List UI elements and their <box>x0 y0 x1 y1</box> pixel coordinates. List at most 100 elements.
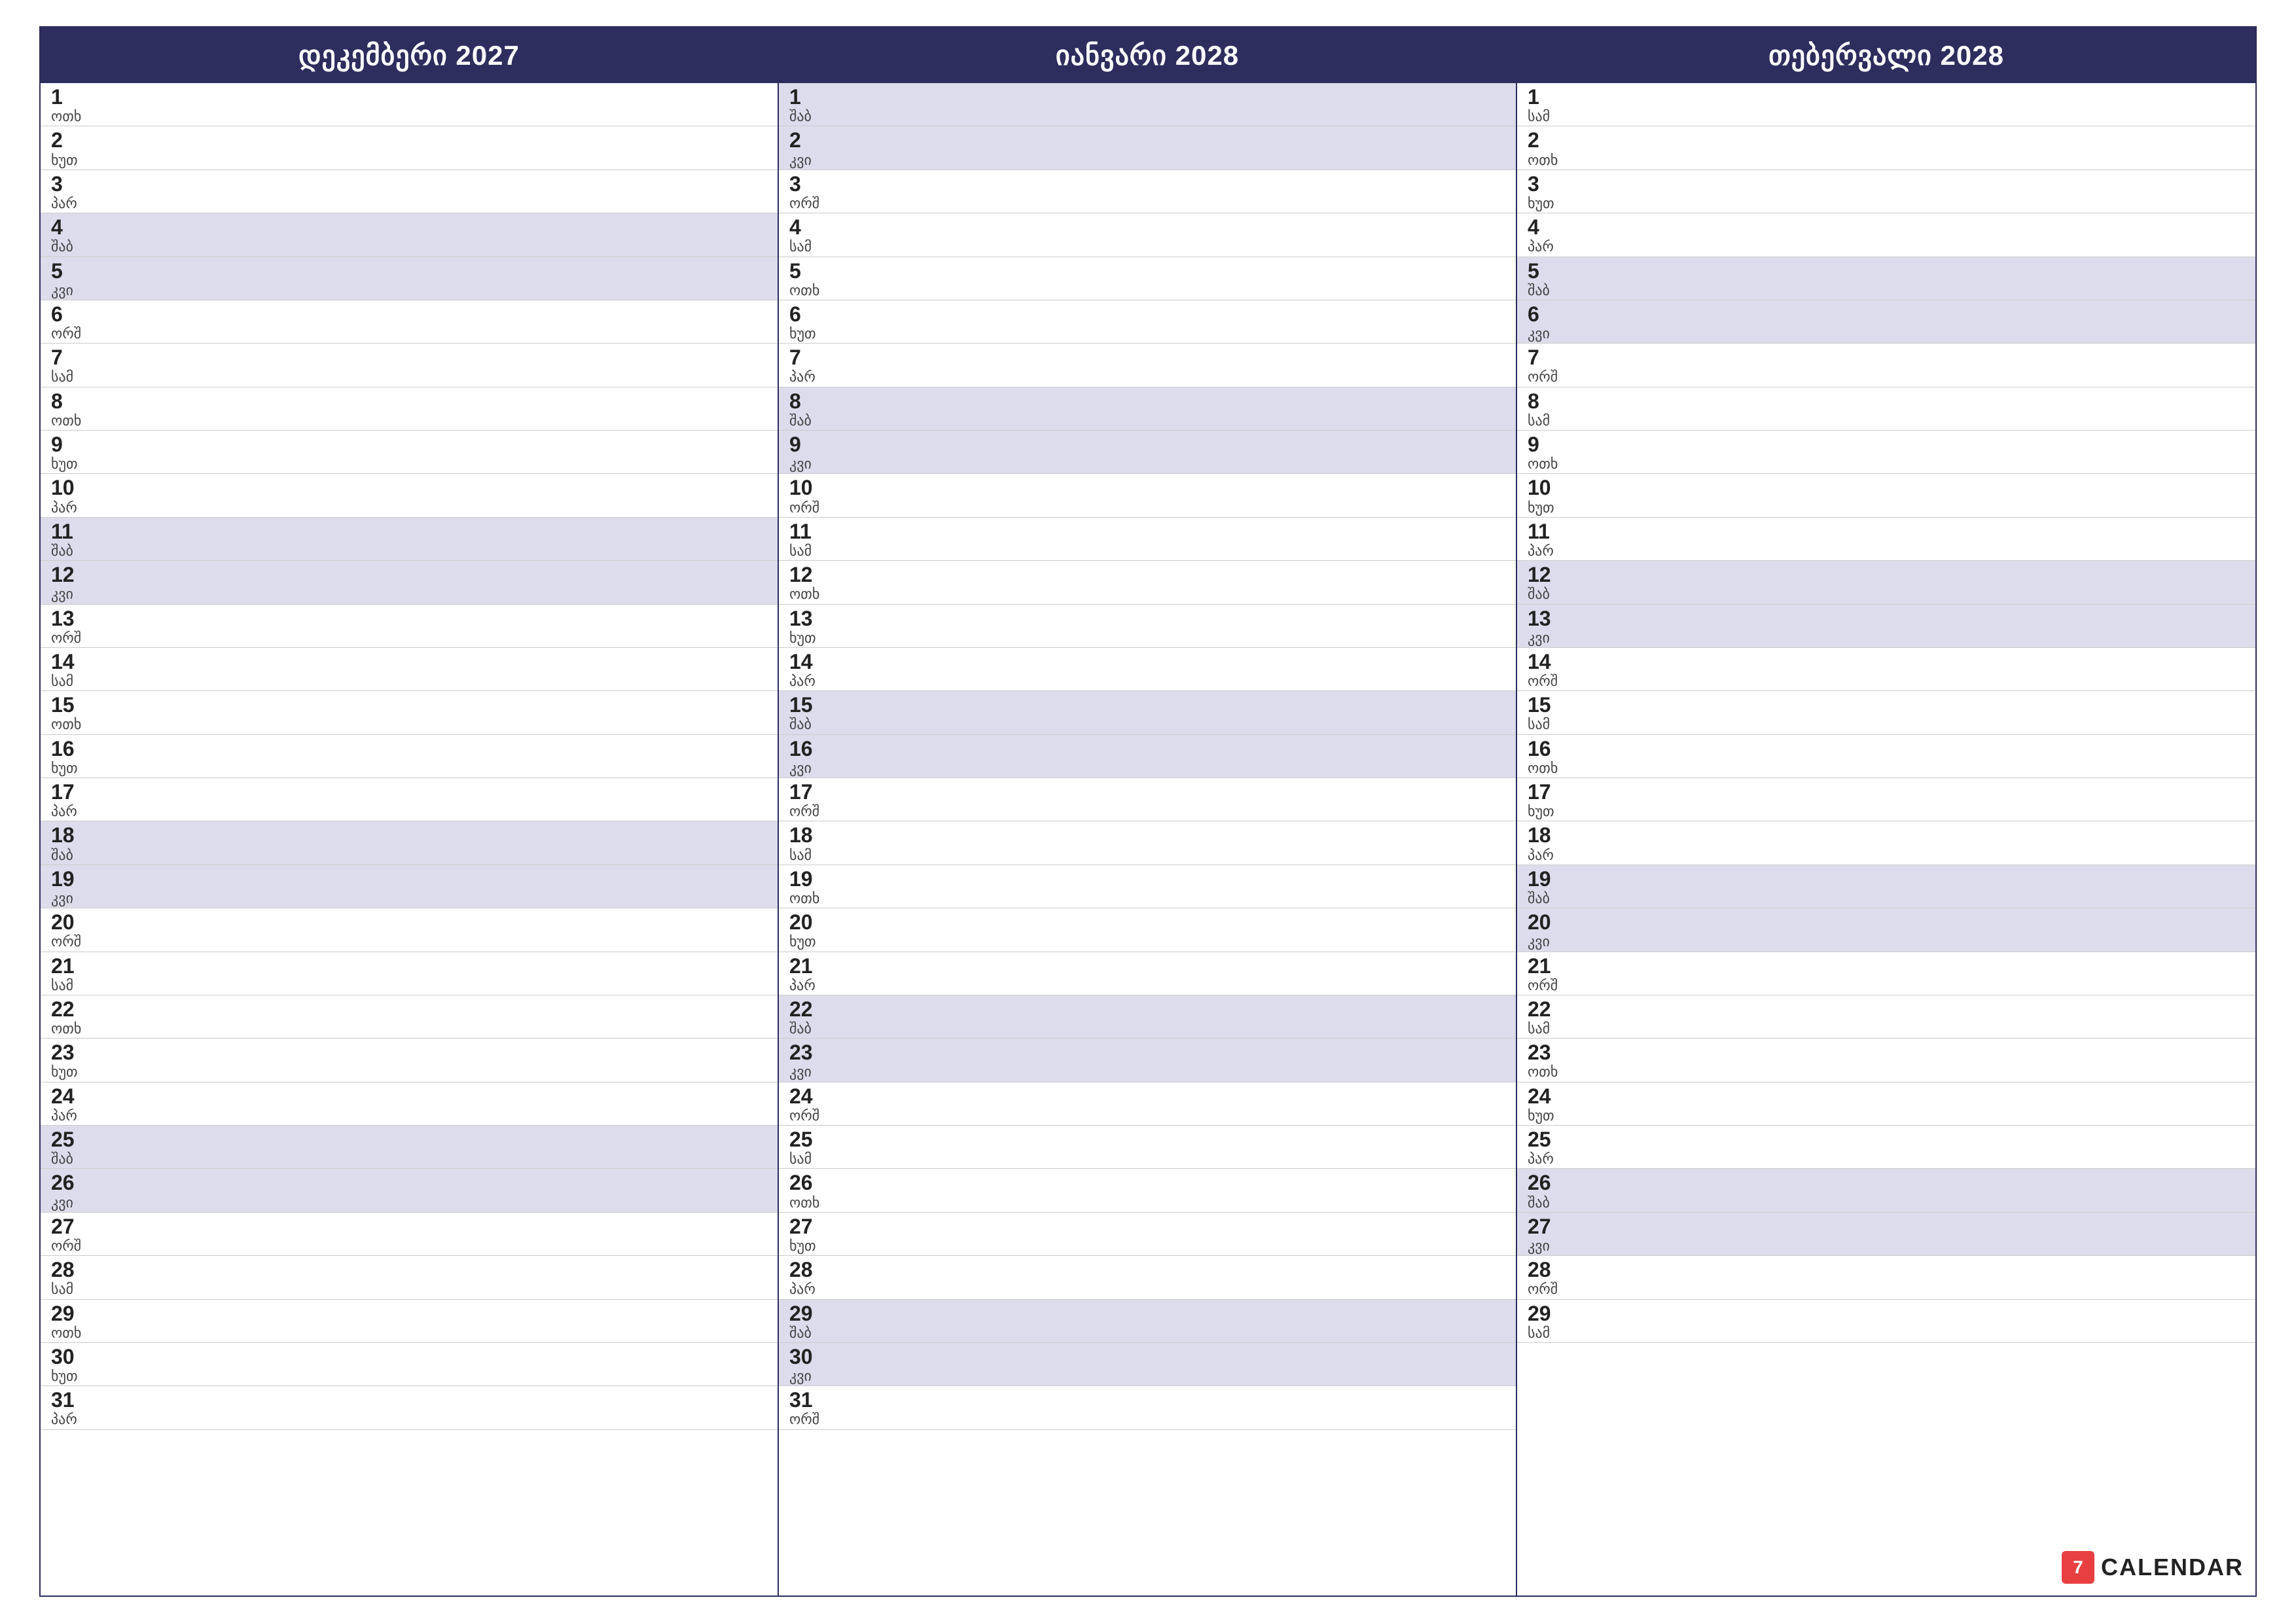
day-name: პარ <box>789 673 1505 689</box>
day-name: ხუთ <box>1528 804 2245 819</box>
day-name: ოთხ <box>51 109 767 124</box>
day-row: 21სამ <box>41 952 778 995</box>
day-row: 11შაბ <box>41 518 778 561</box>
day-row: 23კვი <box>779 1039 1516 1082</box>
day-number: 4 <box>51 216 767 239</box>
day-row: 13ორშ <box>41 605 778 648</box>
days-list-february-2028: 1სამ2ოთხ3ხუთ4პარ5შაბ6კვი7ორშ8სამ9ოთხ10ხუ… <box>1517 83 2255 1596</box>
day-number: 9 <box>1528 433 2245 456</box>
day-number: 26 <box>789 1171 1505 1194</box>
day-number: 5 <box>51 260 767 283</box>
day-row: 15სამ <box>1517 691 2255 734</box>
day-number: 27 <box>789 1215 1505 1238</box>
day-number: 31 <box>51 1389 767 1412</box>
day-name: ოთხ <box>51 717 767 732</box>
day-name: ოთხ <box>51 1021 767 1037</box>
day-name: კვი <box>1528 326 2245 342</box>
day-name: სამ <box>51 673 767 689</box>
day-row: 11პარ <box>1517 518 2255 561</box>
day-number: 27 <box>1528 1215 2245 1238</box>
day-name: ოთხ <box>1528 456 2245 472</box>
day-name: სამ <box>51 978 767 993</box>
day-number: 16 <box>789 738 1505 760</box>
day-row: 6კვი <box>1517 300 2255 344</box>
day-number: 10 <box>1528 476 2245 499</box>
day-row: 27ხუთ <box>779 1213 1516 1256</box>
day-row: 25პარ <box>1517 1126 2255 1169</box>
day-number: 2 <box>1528 129 2245 152</box>
day-number: 2 <box>789 129 1505 152</box>
day-row: 28ორშ <box>1517 1256 2255 1299</box>
day-number: 13 <box>51 607 767 630</box>
day-name: სამ <box>51 369 767 385</box>
day-row: 12ოთხ <box>779 561 1516 604</box>
day-row: 25შაბ <box>41 1126 778 1169</box>
day-name: ორშ <box>1528 1281 2245 1297</box>
months-grid: დეკემბერი 20271ოთხ2ხუთ3პარ4შაბ5კვი6ორშ7ს… <box>39 26 2257 1597</box>
month-header-february-2028: თებერვალი 2028 <box>1517 27 2255 83</box>
day-row: 22შაბ <box>779 995 1516 1039</box>
day-name: შაბ <box>789 109 1505 124</box>
day-row: 12კვი <box>41 561 778 604</box>
day-row: 5შაბ <box>1517 257 2255 300</box>
day-number: 12 <box>51 563 767 586</box>
day-name: სამ <box>1528 1021 2245 1037</box>
day-row: 23ოთხ <box>1517 1039 2255 1082</box>
day-row: 11სამ <box>779 518 1516 561</box>
day-number: 26 <box>1528 1171 2245 1194</box>
logo-number: 7 <box>2073 1557 2083 1578</box>
day-number: 29 <box>1528 1302 2245 1325</box>
day-name: ხუთ <box>789 1238 1505 1254</box>
day-name: ოთხ <box>51 413 767 429</box>
day-number: 12 <box>1528 563 2245 586</box>
day-name: ხუთ <box>51 760 767 776</box>
day-name: ოთხ <box>789 1195 1505 1211</box>
day-number: 19 <box>1528 868 2245 891</box>
day-row: 12შაბ <box>1517 561 2255 604</box>
day-name: კვი <box>51 891 767 906</box>
day-row: 8სამ <box>1517 387 2255 431</box>
day-row: 8ოთხ <box>41 387 778 431</box>
day-name: კვი <box>1528 630 2245 646</box>
day-number: 22 <box>1528 998 2245 1021</box>
day-row: 18პარ <box>1517 821 2255 865</box>
day-number: 4 <box>1528 216 2245 239</box>
day-number: 7 <box>51 346 767 369</box>
day-number: 9 <box>51 433 767 456</box>
day-number: 5 <box>789 260 1505 283</box>
day-name: ორშ <box>789 1108 1505 1124</box>
day-number: 10 <box>789 476 1505 499</box>
day-number: 27 <box>51 1215 767 1238</box>
day-row: 9ოთხ <box>1517 431 2255 474</box>
day-row: 10პარ <box>41 474 778 517</box>
day-name: შაბ <box>51 543 767 559</box>
day-name: ხუთ <box>51 1368 767 1384</box>
day-name: კვი <box>51 1195 767 1211</box>
day-number: 14 <box>1528 651 2245 673</box>
day-row: 14სამ <box>41 648 778 691</box>
day-row: 1სამ <box>1517 83 2255 126</box>
day-row: 2ოთხ <box>1517 126 2255 169</box>
day-name: სამ <box>789 847 1505 863</box>
day-number: 13 <box>1528 607 2245 630</box>
day-number: 18 <box>51 824 767 847</box>
day-row: 6ორშ <box>41 300 778 344</box>
day-number: 18 <box>1528 824 2245 847</box>
day-number: 25 <box>789 1128 1505 1151</box>
day-number: 14 <box>789 651 1505 673</box>
day-name: პარ <box>1528 239 2245 255</box>
day-number: 7 <box>789 346 1505 369</box>
days-list-january-2028: 1შაბ2კვი3ორშ4სამ5ოთხ6ხუთ7პარ8შაბ9კვი10ორ… <box>779 83 1516 1596</box>
day-name: პარ <box>51 500 767 516</box>
day-row: 4შაბ <box>41 213 778 257</box>
day-number: 28 <box>1528 1258 2245 1281</box>
day-row: 31ორშ <box>779 1386 1516 1429</box>
month-column-february-2028: თებერვალი 20281სამ2ოთხ3ხუთ4პარ5შაბ6კვი7ო… <box>1517 27 2255 1596</box>
day-name: სამ <box>1528 1325 2245 1341</box>
day-number: 3 <box>51 173 767 196</box>
day-name: ორშ <box>1528 673 2245 689</box>
day-name: შაბ <box>51 239 767 255</box>
day-row: 24პარ <box>41 1082 778 1126</box>
day-name: სამ <box>789 239 1505 255</box>
day-row: 16კვი <box>779 735 1516 778</box>
